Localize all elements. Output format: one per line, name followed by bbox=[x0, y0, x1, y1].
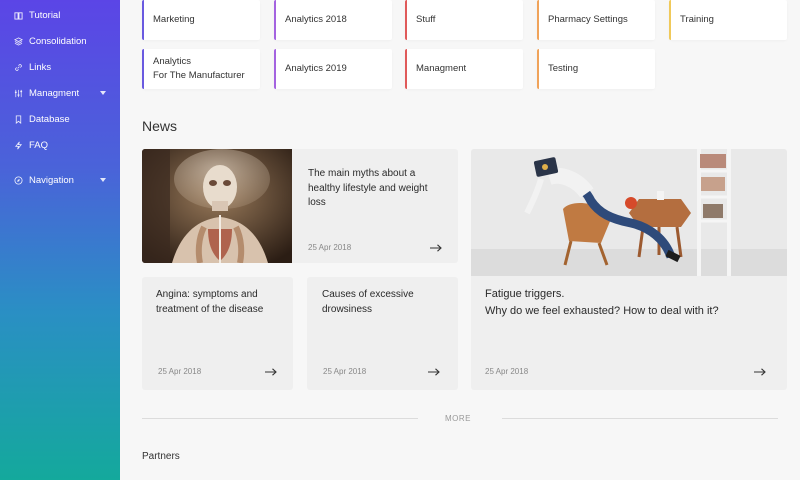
news-card-date: 25 Apr 2018 bbox=[308, 243, 352, 252]
tile-analytics-2019[interactable]: Analytics 2019 bbox=[274, 49, 392, 89]
sidebar-item-navigation[interactable]: Navigation bbox=[14, 171, 114, 189]
news-card-date: 25 Apr 2018 bbox=[485, 367, 529, 376]
sidebar-item-label: FAQ bbox=[29, 139, 49, 151]
tile-label: Training bbox=[680, 14, 714, 25]
sidebar-item-label: Links bbox=[29, 61, 52, 73]
book-icon bbox=[14, 11, 23, 20]
sidebar-item-label: Tutorial bbox=[29, 9, 61, 21]
sidebar-item-label: Database bbox=[29, 113, 70, 125]
sidebar-item-database[interactable]: Database bbox=[14, 110, 114, 128]
divider-left bbox=[142, 418, 418, 419]
tile-label: Analytics 2019 bbox=[285, 63, 347, 74]
layers-icon bbox=[14, 36, 23, 46]
news-card-date: 25 Apr 2018 bbox=[158, 367, 202, 376]
tile-label: Marketing bbox=[153, 14, 195, 25]
sidebar-item-links[interactable]: Links bbox=[14, 58, 114, 76]
news-card-myths[interactable]: The main myths about a healthy lifestyle… bbox=[142, 149, 458, 263]
chevron-down-icon bbox=[100, 91, 106, 95]
tile-analytics-2018[interactable]: Analytics 2018 bbox=[274, 0, 392, 40]
news-card-angina[interactable]: Angina: symptoms and treatment of the di… bbox=[142, 277, 293, 390]
news-card-title: Fatigue triggers. Why do we feel exhaust… bbox=[485, 288, 719, 317]
tile-label: Managment bbox=[416, 63, 467, 74]
news-card-title: Causes of excessive drowsiness bbox=[322, 289, 414, 315]
tile-pharmacy-settings[interactable]: Pharmacy Settings bbox=[537, 0, 655, 40]
bookmark-icon bbox=[14, 114, 23, 124]
arrow-right-icon[interactable] bbox=[430, 244, 442, 252]
tile-label: Analytics 2018 bbox=[285, 14, 347, 25]
more-button[interactable]: MORE bbox=[445, 414, 471, 423]
sidebar-item-consolidation[interactable]: Consolidation bbox=[14, 32, 114, 50]
sidebar-item-label: Consolidation bbox=[29, 35, 87, 47]
tile-label: Stuff bbox=[416, 14, 436, 25]
news-card-date: 25 Apr 2018 bbox=[323, 367, 367, 376]
sidebar-item-tutorial[interactable]: Tutorial bbox=[14, 6, 114, 24]
news-card-title: Angina: symptoms and treatment of the di… bbox=[156, 289, 264, 315]
chevron-down-icon bbox=[100, 178, 106, 182]
main-content: Marketing Analytics 2018 Stuff Pharmacy … bbox=[120, 0, 800, 480]
sidebar-item-managment[interactable]: Managment bbox=[14, 84, 114, 102]
tile-label: Testing bbox=[548, 63, 579, 74]
sidebar-item-label: Navigation bbox=[29, 174, 74, 186]
sliders-icon bbox=[14, 89, 23, 98]
tile-testing[interactable]: Testing bbox=[537, 49, 655, 89]
sidebar: Tutorial Consolidation Links Managment D… bbox=[0, 0, 120, 480]
arrow-right-icon[interactable] bbox=[265, 368, 277, 376]
tile-label: Analytics For The Manufacturer bbox=[153, 56, 245, 81]
link-icon bbox=[14, 63, 23, 72]
sidebar-item-label: Managment bbox=[29, 87, 80, 99]
arrow-right-icon[interactable] bbox=[428, 368, 440, 376]
tile-training[interactable]: Training bbox=[669, 0, 787, 40]
arrow-right-icon[interactable] bbox=[754, 368, 766, 376]
tile-stuff[interactable]: Stuff bbox=[405, 0, 523, 40]
bolt-icon bbox=[14, 141, 23, 150]
compass-icon bbox=[14, 175, 23, 185]
news-card-drowsiness[interactable]: Causes of excessive drowsiness 25 Apr 20… bbox=[307, 277, 458, 390]
news-image-fatigue bbox=[471, 149, 787, 276]
news-card-title: The main myths about a healthy lifestyle… bbox=[308, 168, 428, 208]
tile-marketing[interactable]: Marketing bbox=[142, 0, 260, 40]
news-card-fatigue[interactable]: Fatigue triggers. Why do we feel exhaust… bbox=[471, 149, 787, 390]
news-heading: News bbox=[142, 118, 178, 134]
news-image-anatomy bbox=[142, 149, 292, 263]
partners-heading: Partners bbox=[142, 451, 180, 462]
tile-label: Pharmacy Settings bbox=[548, 14, 628, 25]
sidebar-item-faq[interactable]: FAQ bbox=[14, 136, 114, 154]
divider-right bbox=[502, 418, 778, 419]
tile-managment[interactable]: Managment bbox=[405, 49, 523, 89]
tile-analytics-manufacturer[interactable]: Analytics For The Manufacturer bbox=[142, 49, 260, 89]
